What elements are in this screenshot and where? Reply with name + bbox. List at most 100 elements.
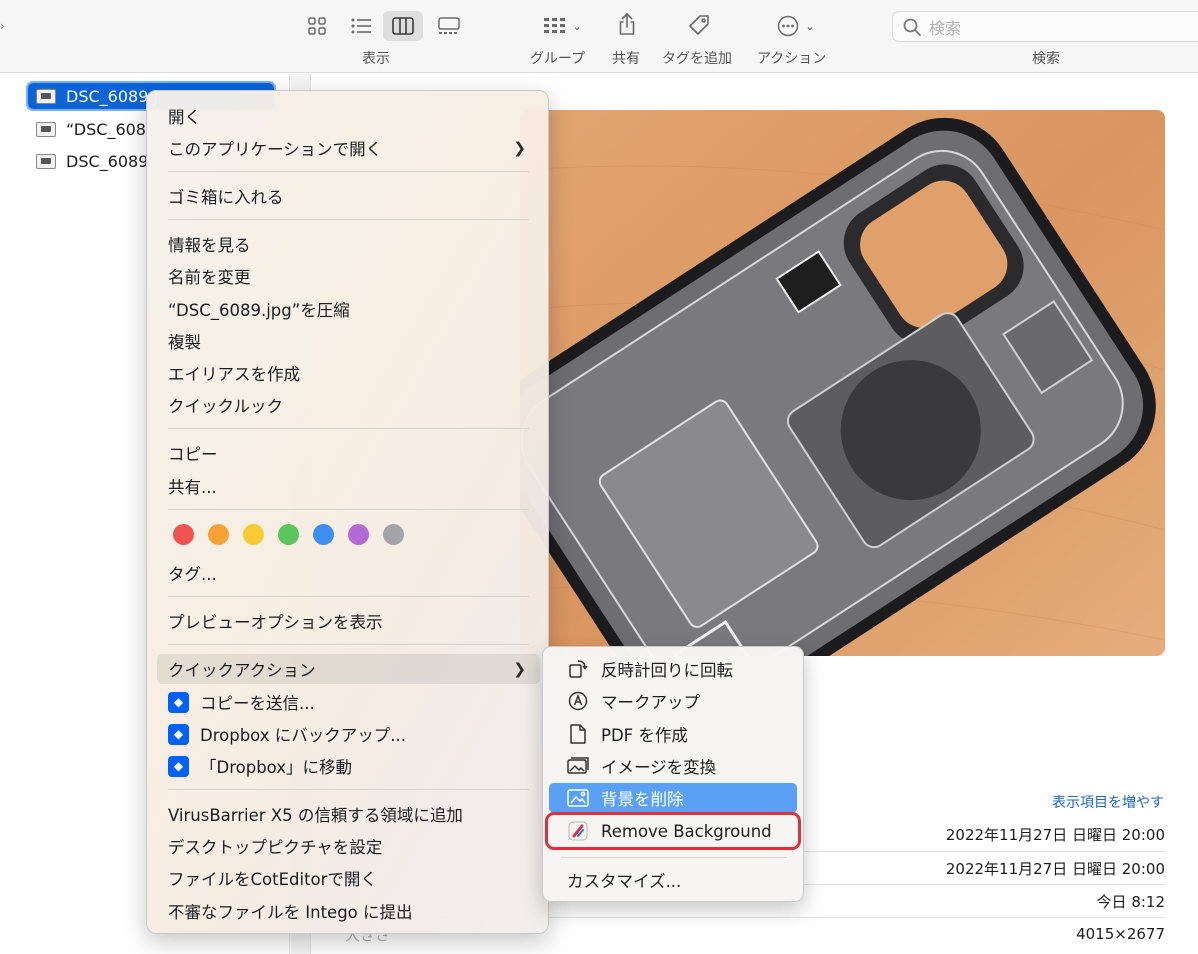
submenu-item-label: イメージを変換 [601,758,717,777]
rotate-left-icon [567,658,589,680]
submenu-item-label: Remove Background [601,821,772,841]
chevron-down-icon: ⌄ [805,19,815,33]
menu-separator [168,428,529,429]
columns-icon [392,17,414,35]
menu-item-rename[interactable]: 名前を変更 [157,261,540,291]
menu-item-label: 開く [168,108,201,127]
window-edge-glyph: › [0,19,5,33]
context-menu: 開く このアプリケーションで開く ❯ ゴミ箱に入れる 情報を見る 名前を変更 “D… [146,90,549,934]
submenu-item-create-pdf[interactable]: PDF を作成 [549,719,797,749]
created-date: 2022年11月27日 日曜日 20:00 [945,826,1165,844]
submenu-item-label: 反時計回りに回転 [601,661,733,680]
gallery-icon [438,17,460,34]
menu-item-label: 名前を変更 [168,268,251,287]
tag-orange[interactable] [208,524,229,545]
submenu-item-rotate-left[interactable]: 反時計回りに回転 [549,654,797,684]
menu-item-set-desktop[interactable]: デスクトップピクチャを設定 [157,831,540,861]
view-label: 表示 [362,51,390,67]
menu-item-tags[interactable]: タグ... [157,558,540,588]
submenu-item-label: カスタマイズ... [567,872,682,891]
tag-red[interactable] [173,524,194,545]
menu-item-virusbarrier[interactable]: VirusBarrier X5 の信頼する領域に追加 [157,799,540,829]
menu-item-label: 「Dropbox」に移動 [200,758,353,777]
menu-item-open-coteditor[interactable]: ファイルをCotEditorで開く [157,863,540,893]
group-label: グループ [530,51,586,67]
list-view-button[interactable] [341,11,381,41]
image-file-icon [36,88,56,104]
gallery-view-button[interactable] [429,11,469,41]
submenu-item-label: マークアップ [601,693,700,712]
markup-pen-icon [567,690,589,712]
photo-icon [567,755,589,777]
tag-green[interactable] [278,524,299,545]
file-name: DSC_6089 [66,151,149,171]
ellipsis-circle-icon [778,15,799,37]
action-label: アクション [757,51,827,67]
menu-item-label: コピーを送信... [200,694,315,713]
submenu-item-convert-image[interactable]: イメージを変換 [549,751,797,781]
menu-item-make-alias[interactable]: エイリアスを作成 [157,358,540,388]
menu-item-copy[interactable]: コピー [157,438,540,468]
dimensions-value: 4015×2677 [1076,925,1165,943]
search-field[interactable]: 検索 [892,11,1198,42]
menu-separator [168,171,529,172]
submenu-item-markup[interactable]: マークアップ [549,686,797,716]
file-name: “DSC_608 [66,119,146,139]
share-label: 共有 [612,51,640,67]
menu-separator [168,789,529,790]
phone-case-photo [520,110,1165,656]
tag-blue[interactable] [313,524,334,545]
tag-yellow[interactable] [243,524,264,545]
menu-item-dropbox-move[interactable]: ◆ 「Dropbox」に移動 [157,751,540,781]
tag-icon [689,15,709,35]
action-button[interactable]: ⌄ [772,11,820,41]
menu-item-compress[interactable]: “DSC_6089.jpg”を圧縮 [157,294,540,324]
modified-date: 2022年11月27日 日曜日 20:00 [945,860,1165,878]
menu-separator [168,644,529,645]
menu-item-get-info[interactable]: 情報を見る [157,229,540,259]
tag-gray[interactable] [383,524,404,545]
search-placeholder: 検索 [929,18,962,38]
icon-view-button[interactable] [297,11,337,41]
menu-item-preview-options[interactable]: プレビューオプションを表示 [157,606,540,636]
menu-item-label: プレビューオプションを表示 [168,613,383,632]
menu-item-send-copy[interactable]: ◆ コピーを送信... [157,687,540,717]
submenu-item-customize[interactable]: カスタマイズ... [549,865,797,895]
add-tag-button[interactable] [684,10,714,40]
menu-item-quick-look[interactable]: クイックルック [157,390,540,420]
dropbox-icon: ◆ [168,691,189,713]
menu-item-label: ゴミ箱に入れる [168,188,284,207]
menu-item-label: このアプリケーションで開く [168,140,383,159]
menu-separator [168,509,529,510]
group-button[interactable]: ⌄ [538,11,588,41]
dropbox-icon: ◆ [168,755,189,777]
last-opened-date: 今日 8:12 [1096,893,1165,911]
menu-item-label: 情報を見る [168,236,251,255]
menu-item-share[interactable]: 共有... [157,471,540,501]
submenu-item-remove-bg-en[interactable]: Remove Background [545,812,801,850]
document-icon [567,723,589,745]
menu-item-open-with[interactable]: このアプリケーションで開く ❯ [157,133,540,163]
menu-item-label: 複製 [168,333,201,352]
show-more-link[interactable]: 表示項目を増やす [1052,792,1164,812]
menu-item-label: タグ... [168,565,217,584]
menu-item-label: ファイルをCotEditorで開く [168,870,377,889]
menu-item-dropbox-backup[interactable]: ◆ Dropbox にバックアップ... [157,719,540,749]
image-file-icon [36,121,56,137]
share-button[interactable] [612,9,642,39]
menu-item-intego-submit[interactable]: 不審なファイルを Intego に提出 [157,896,540,926]
menu-item-label: デスクトップピクチャを設定 [168,838,383,857]
menu-item-quick-actions[interactable]: クイックアクション ❯ [157,654,540,684]
menu-item-label: クイックルック [168,397,284,416]
dropbox-icon: ◆ [168,723,189,745]
menu-item-open[interactable]: 開く [157,101,540,131]
menu-item-trash[interactable]: ゴミ箱に入れる [157,181,540,211]
tag-purple[interactable] [348,524,369,545]
finder-toolbar: › 表示 ⌄ グループ 共有 タグを追加 ⌄ アクション 検索 検索 [0,0,1198,73]
menu-item-duplicate[interactable]: 複製 [157,326,540,356]
submenu-item-remove-bg-jp[interactable]: 背景を削除 [549,783,797,813]
column-view-button[interactable] [383,11,423,41]
chevron-right-icon: ❯ [513,139,526,157]
file-name: DSC_6089.j [66,86,158,106]
chevron-right-icon: ❯ [513,660,526,678]
